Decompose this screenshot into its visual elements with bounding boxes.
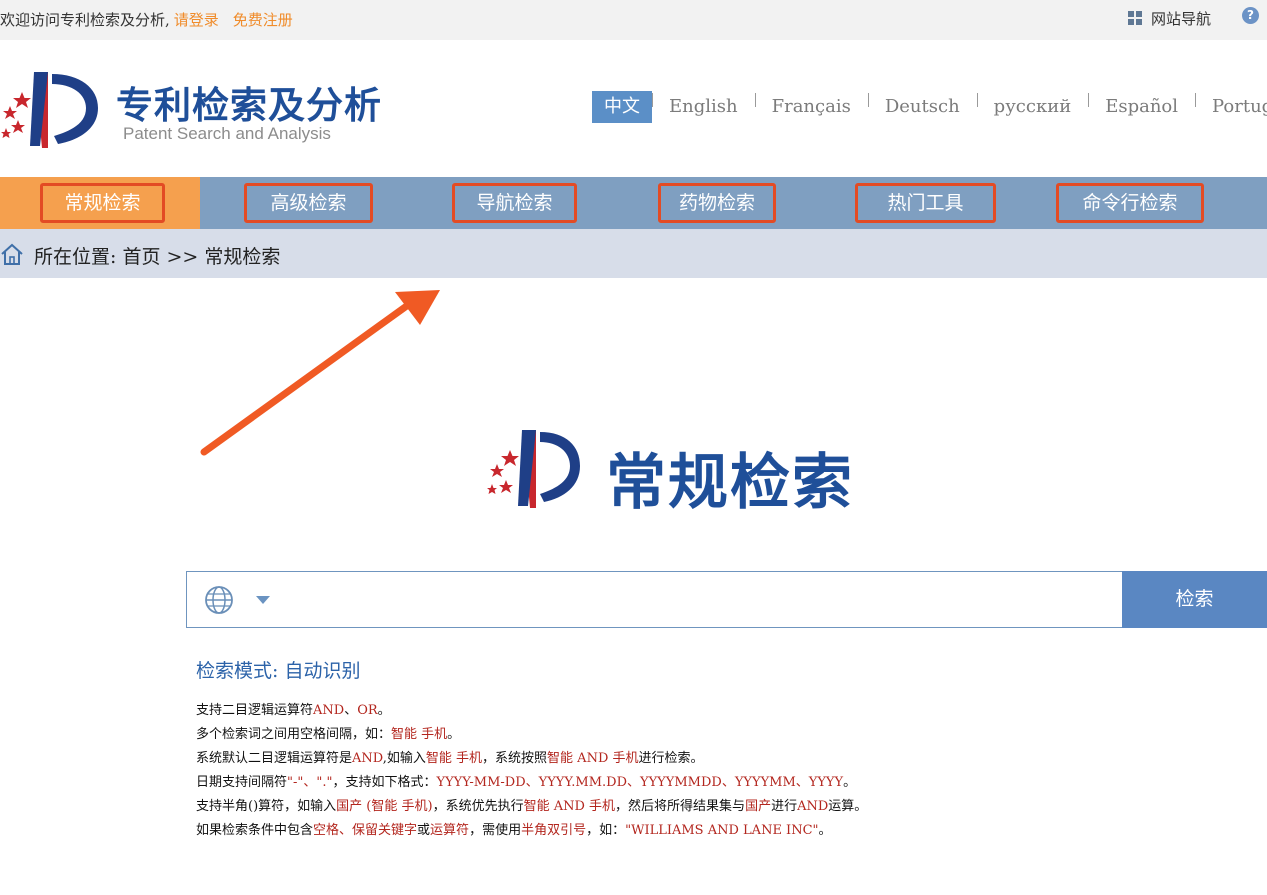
- search-input[interactable]: [282, 574, 1116, 626]
- tab-drug-search[interactable]: 药物检索: [658, 183, 776, 223]
- lang-russian[interactable]: русский: [976, 91, 1089, 123]
- logo-icon: [1, 72, 98, 148]
- search-hints: 支持二目逻辑运算符AND、OR。 多个检索词之间用空格间隔，如：智能 手机。 系统默…: [196, 699, 867, 843]
- hint-text: ，系统按照: [482, 751, 548, 766]
- hint-text: 支持二目逻辑运算符: [196, 703, 314, 718]
- tab-general-search[interactable]: 常规检索: [40, 183, 165, 223]
- hint-highlight: 半角双引号: [521, 823, 587, 838]
- search-button[interactable]: 检索: [1122, 571, 1267, 628]
- main-nav: 常规检索 高级检索 导航检索 药物检索 热门工具 命令行检索: [0, 177, 1267, 229]
- globe-icon[interactable]: [204, 585, 234, 615]
- site-nav-link[interactable]: 网站导航: [1128, 8, 1211, 29]
- hint-text: 系统默认二目逻辑运算符是: [196, 751, 353, 766]
- hint-text: ，系统优先执行: [432, 799, 524, 814]
- hint-highlight: 智能 手机: [425, 751, 483, 766]
- breadcrumb-text: 所在位置: 首页 >> 常规检索: [34, 246, 281, 268]
- home-icon[interactable]: [0, 242, 24, 266]
- hint-text: ,如输入: [382, 751, 426, 766]
- hint-text: 多个检索词之间用空格间隔，如：: [196, 727, 392, 742]
- hint-highlight: 智能 手机: [391, 727, 448, 742]
- hint-highlight: 运算符: [430, 823, 470, 838]
- search-mode-label: 检索模式: 自动识别: [196, 660, 361, 682]
- lang-german[interactable]: Deutsch: [867, 91, 977, 123]
- tab-advanced-search[interactable]: 高级检索: [244, 183, 373, 223]
- hint-text: ，然后将所得结果集与: [615, 799, 746, 814]
- hint-text: 日期支持间隔符: [196, 775, 288, 790]
- lang-english[interactable]: English: [652, 91, 755, 123]
- hint-highlight: "-"、".": [287, 775, 333, 790]
- hint-line: 日期支持间隔符"-"、"."，支持如下格式：YYYY-MM-DD、YYYY.MM…: [196, 771, 867, 795]
- hint-highlight: 空格、保留关键字: [313, 823, 418, 838]
- hint-text: 或: [417, 823, 431, 838]
- hint-highlight: AND: [313, 703, 345, 718]
- lang-french[interactable]: Français: [754, 91, 868, 123]
- top-bar: 欢迎访问专利检索及分析, 请登录 免费注册 网站导航 ?: [0, 0, 1267, 40]
- breadcrumb: 所在位置: 首页 >> 常规检索: [0, 229, 1267, 278]
- hint-highlight: 智能 AND 手机: [547, 751, 639, 766]
- hint-highlight: 智能 AND 手机: [523, 799, 616, 814]
- login-link[interactable]: 请登录: [174, 11, 219, 29]
- tab-navigation-search[interactable]: 导航检索: [452, 183, 577, 223]
- hint-text: 。: [447, 727, 461, 742]
- hint-line: 支持二目逻辑运算符AND、OR。: [196, 699, 867, 723]
- lang-chinese[interactable]: 中文: [592, 91, 652, 123]
- site-header: 专利检索及分析 Patent Search and Analysis 中文 Eng…: [0, 40, 1267, 177]
- hint-highlight: OR: [357, 703, 378, 718]
- hint-highlight: AND: [797, 799, 829, 814]
- hint-highlight: YYYY-MM-DD、YYYY.MM.DD、YYYYMMDD、YYYYMM、YY…: [436, 775, 844, 790]
- site-title: 专利检索及分析: [116, 84, 382, 127]
- chevron-down-icon[interactable]: [256, 596, 270, 604]
- hint-highlight: 国产: [745, 799, 772, 814]
- site-nav-label: 网站导航: [1151, 10, 1212, 28]
- hint-text: 进行检索。: [638, 751, 704, 766]
- hint-highlight: 国产 (智能 手机): [336, 799, 433, 814]
- hint-text: 支持半角()算符，如输入: [196, 799, 337, 814]
- welcome-bar: 欢迎访问专利检索及分析, 请登录 免费注册: [0, 9, 293, 30]
- site-subtitle: Patent Search and Analysis: [123, 124, 331, 143]
- hint-text: 。: [843, 775, 857, 790]
- grid-icon: [1128, 11, 1143, 26]
- hint-text: 。: [818, 823, 832, 838]
- lang-spanish[interactable]: Español: [1088, 91, 1195, 123]
- hint-text: 如果检索条件中包含: [196, 823, 314, 838]
- hint-highlight: "WILLIAMS AND LANE INC": [625, 823, 819, 838]
- hint-line: 支持半角()算符，如输入国产 (智能 手机)，系统优先执行智能 AND 手机，然…: [196, 795, 867, 819]
- hint-text: 、: [344, 703, 358, 718]
- hero-logo-icon: [487, 430, 580, 508]
- hint-text: 进行: [771, 799, 798, 814]
- search-box: [186, 571, 1267, 628]
- hint-text: ，支持如下格式：: [332, 775, 437, 790]
- tab-command-search[interactable]: 命令行检索: [1056, 183, 1204, 223]
- language-switcher: 中文 English Français Deutsch русский Español Po…: [592, 91, 1267, 123]
- tab-popular-tools[interactable]: 热门工具: [855, 183, 996, 223]
- hint-text: 。: [377, 703, 391, 718]
- welcome-text: 欢迎访问专利检索及分析,: [0, 11, 170, 29]
- help-icon[interactable]: ?: [1242, 7, 1259, 24]
- register-link[interactable]: 免费注册: [233, 11, 293, 29]
- hint-text: ，需使用: [469, 823, 522, 838]
- hint-highlight: AND: [352, 751, 383, 766]
- hero-title: 常规检索: [606, 448, 854, 518]
- lang-portuguese[interactable]: Portugu: [1195, 91, 1267, 123]
- hint-line: 多个检索词之间用空格间隔，如：智能 手机。: [196, 723, 867, 747]
- hint-line: 如果检索条件中包含空格、保留关键字或运算符，需使用半角双引号，如："WILLIA…: [196, 819, 867, 843]
- hint-line: 系统默认二目逻辑运算符是AND,如输入智能 手机，系统按照智能 AND 手机进行…: [196, 747, 867, 771]
- hint-text: ，如：: [586, 823, 626, 838]
- hint-text: 运算。: [828, 799, 868, 814]
